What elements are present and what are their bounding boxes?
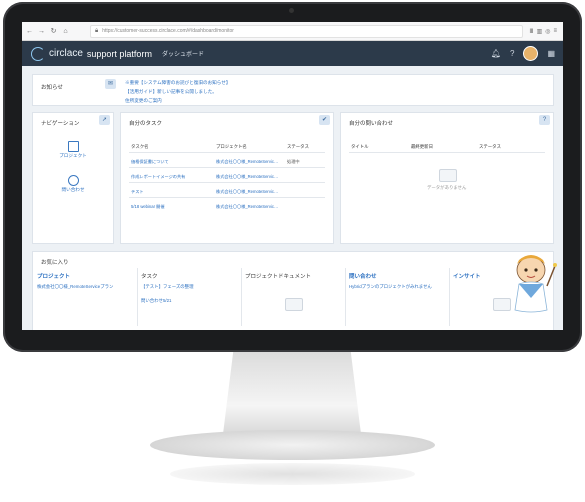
favorites-heading[interactable]: プロジェクトドキュメント bbox=[245, 272, 311, 280]
inquiries-title: 自分の問い合わせ bbox=[349, 121, 394, 127]
header-actions: 🔔︎ ? ▦ bbox=[491, 46, 555, 61]
inquiries-panel: 自分の問い合わせ ? タイトル 最終更新日 ステータス データがありません bbox=[340, 112, 554, 244]
task-name[interactable]: 価格保証書について bbox=[131, 159, 169, 165]
column-header[interactable]: プロジェクト名 bbox=[216, 144, 247, 150]
camera-dot bbox=[289, 8, 294, 13]
column-header[interactable]: ステータス bbox=[287, 144, 309, 150]
app-header: circlace support platform ダッシュボード 🔔︎ ? ▦ bbox=[22, 41, 563, 66]
favorites-heading[interactable]: タスク bbox=[141, 272, 158, 280]
tasks-title: 自分のタスク bbox=[129, 121, 163, 127]
favorites-item[interactable]: 株式会社〇〇様_RemoteServiceプラン bbox=[37, 284, 113, 290]
navigation-icon: ➚ bbox=[99, 115, 110, 125]
sidebar-icon[interactable]: ▥ bbox=[537, 28, 543, 35]
favorites-heading[interactable]: インサイト bbox=[453, 272, 481, 280]
favorites-column: 問い合わせ Hybridプランのプロジェクトがみれません bbox=[345, 268, 450, 326]
check-icon: ✔ bbox=[319, 115, 330, 125]
inquiry-icon[interactable] bbox=[68, 175, 79, 186]
forward-icon[interactable]: → bbox=[37, 28, 46, 35]
column-header[interactable]: ステータス bbox=[479, 144, 501, 150]
row-divider bbox=[129, 197, 325, 198]
favorites-column: プロジェクトドキュメント bbox=[241, 268, 346, 326]
monitor-shadow bbox=[170, 463, 415, 485]
row-divider bbox=[129, 182, 325, 183]
empty-inbox-icon bbox=[439, 169, 457, 182]
notification-icon[interactable]: 🔔︎ bbox=[491, 49, 501, 58]
monitor-base bbox=[150, 430, 435, 460]
screen: ← → ↻ ⌂ 🔒︎ https://customer-success.circ… bbox=[22, 22, 563, 330]
task-name[interactable]: 作成レポートイメージの共有 bbox=[131, 174, 185, 180]
project-icon[interactable] bbox=[68, 141, 79, 152]
logo-text: circlace bbox=[49, 48, 83, 59]
avatar[interactable] bbox=[523, 46, 539, 61]
notice-title: お知らせ bbox=[41, 85, 63, 91]
favorites-item[interactable]: 問い合わせ5/21 bbox=[141, 298, 172, 304]
url-text: https://customer-success.circlace.com/#/… bbox=[102, 28, 234, 34]
task-project[interactable]: 株式会社〇〇様_RemoteServic… bbox=[216, 189, 278, 195]
row-divider bbox=[129, 152, 325, 153]
lock-icon: 🔒︎ bbox=[95, 27, 99, 34]
column-header[interactable]: 最終更新日 bbox=[411, 144, 433, 150]
notice-panel: お知らせ ✉ ※重要【システム障害のお詫びと復旧のお知らせ】 【活用ガイド】新し… bbox=[32, 74, 554, 106]
nav-link-inquiry[interactable]: 問い合わせ bbox=[43, 187, 103, 193]
favorites-heading[interactable]: プロジェクト bbox=[37, 272, 70, 280]
library-icon[interactable]: Ⅲ bbox=[529, 28, 533, 35]
task-name[interactable]: テスト bbox=[131, 189, 144, 195]
favorites-title: お気に入り bbox=[41, 260, 69, 266]
notice-item[interactable]: 住所変更のご案内 bbox=[125, 98, 162, 104]
favorites-heading[interactable]: 問い合わせ bbox=[349, 272, 377, 280]
home-icon[interactable]: ⌂ bbox=[61, 28, 70, 35]
back-icon[interactable]: ← bbox=[25, 28, 34, 35]
favorites-item[interactable]: 【テスト】フェーズの整理 bbox=[141, 284, 193, 290]
tasks-panel: 自分のタスク ✔ タスク名 プロジェクト名 ステータス 価格保証書について 株式… bbox=[120, 112, 334, 244]
address-bar[interactable]: 🔒︎ https://customer-success.circlace.com… bbox=[90, 24, 524, 38]
account-icon[interactable]: ◎ bbox=[545, 28, 550, 35]
task-project[interactable]: 株式会社〇〇様_RemoteServic… bbox=[216, 174, 278, 180]
empty-message: データがありません bbox=[427, 185, 467, 190]
navigation-title: ナビゲーション bbox=[41, 121, 80, 127]
column-header[interactable]: タスク名 bbox=[131, 144, 149, 150]
favorites-panel: お気に入り プロジェクト 株式会社〇〇様_RemoteServiceプラン タス… bbox=[32, 251, 554, 330]
inquiry-corner-icon: ? bbox=[539, 115, 550, 125]
task-name[interactable]: 5/18 webinar 開催 bbox=[131, 204, 165, 210]
task-project[interactable]: 株式会社〇〇様_RemoteServic… bbox=[216, 159, 278, 165]
reload-icon[interactable]: ↻ bbox=[49, 27, 58, 35]
row-divider bbox=[349, 152, 545, 153]
empty-inbox-icon bbox=[285, 298, 303, 311]
browser-actions: Ⅲ ▥ ◎ ≡ bbox=[529, 28, 557, 35]
monitor-stand bbox=[222, 352, 362, 442]
logo-icon bbox=[31, 46, 45, 61]
notice-item[interactable]: ※重要【システム障害のお詫びと復旧のお知らせ】 bbox=[125, 80, 230, 86]
column-header[interactable]: タイトル bbox=[351, 144, 369, 150]
task-project[interactable]: 株式会社〇〇様_RemoteServic… bbox=[216, 204, 278, 210]
favorites-column: タスク 【テスト】フェーズの整理 問い合わせ5/21 bbox=[137, 268, 242, 326]
navigation-panel: ナビゲーション ➚ プロジェクト 問い合わせ bbox=[32, 112, 114, 244]
dashboard-tab[interactable]: ダッシュボード bbox=[162, 49, 204, 58]
help-icon[interactable]: ? bbox=[510, 49, 514, 58]
apps-grid-icon[interactable]: ▦ bbox=[547, 49, 555, 58]
browser-toolbar: ← → ↻ ⌂ 🔒︎ https://customer-success.circ… bbox=[22, 22, 563, 41]
favorites-item[interactable]: Hybridプランのプロジェクトがみれません bbox=[349, 284, 432, 290]
favorites-column: プロジェクト 株式会社〇〇様_RemoteServiceプラン bbox=[33, 268, 138, 326]
platform-text: support platform bbox=[86, 48, 152, 59]
megaphone-icon: ✉ bbox=[105, 79, 116, 89]
task-status: 処理中 bbox=[287, 159, 300, 164]
row-divider bbox=[129, 167, 325, 168]
mascot-illustration bbox=[514, 255, 557, 313]
notice-item[interactable]: 【活用ガイド】新しい記事を公開しました。 bbox=[125, 89, 217, 95]
menu-icon[interactable]: ≡ bbox=[553, 28, 557, 35]
nav-link-project[interactable]: プロジェクト bbox=[43, 153, 103, 159]
